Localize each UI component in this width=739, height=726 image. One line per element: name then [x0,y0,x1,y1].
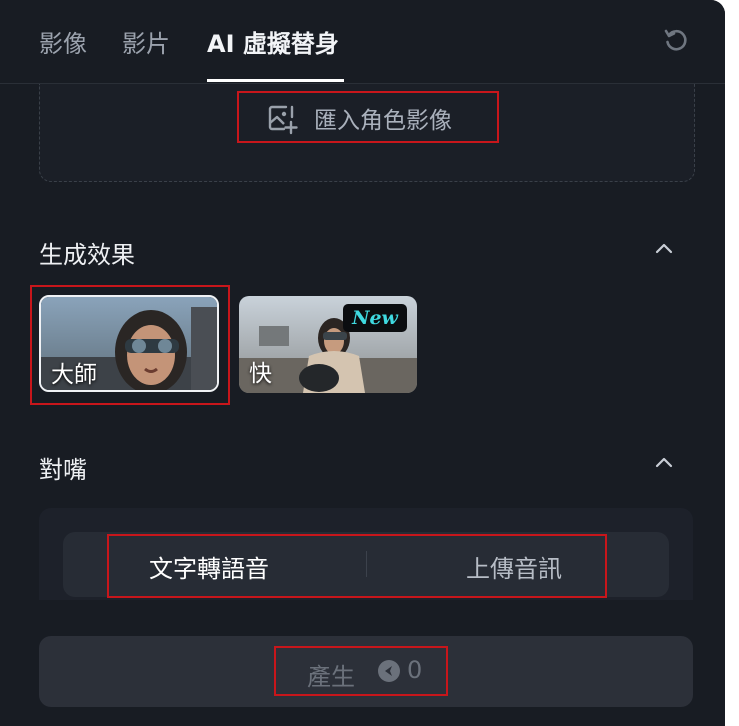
lipsync-toggle-highlight [107,534,607,598]
image-add-icon [268,105,298,135]
new-badge: New [343,304,407,332]
effects-section-title: 生成效果 [39,241,135,269]
ai-avatar-panel: 影像 影片 AI 虛擬替身 匯入角色影像 生成效果 大師 New 快 對嘴 文字… [0,0,725,726]
tab-ai-avatar[interactable]: AI 虛擬替身 [207,24,339,59]
import-character-image-label: 匯入角色影像 [314,108,452,134]
active-tab-indicator [207,79,344,82]
effect-card-fast[interactable]: New 快 [239,296,417,393]
chevron-up-icon[interactable] [653,452,675,474]
effect-card-master[interactable]: 大師 [39,295,219,392]
tab-bar: 影像 影片 AI 虛擬替身 [0,0,725,84]
credit-count: 0 [407,656,423,684]
reset-icon[interactable] [662,26,690,54]
chevron-up-icon[interactable] [653,238,675,260]
lipsync-section-title: 對嘴 [39,456,87,484]
tab-image[interactable]: 影像 [39,24,87,59]
effect-card-master-label: 大師 [51,362,97,388]
effect-card-fast-label: 快 [249,361,272,387]
generate-button-label: 產生 [307,663,355,691]
credit-icon [378,660,400,682]
tab-video[interactable]: 影片 [122,24,170,59]
